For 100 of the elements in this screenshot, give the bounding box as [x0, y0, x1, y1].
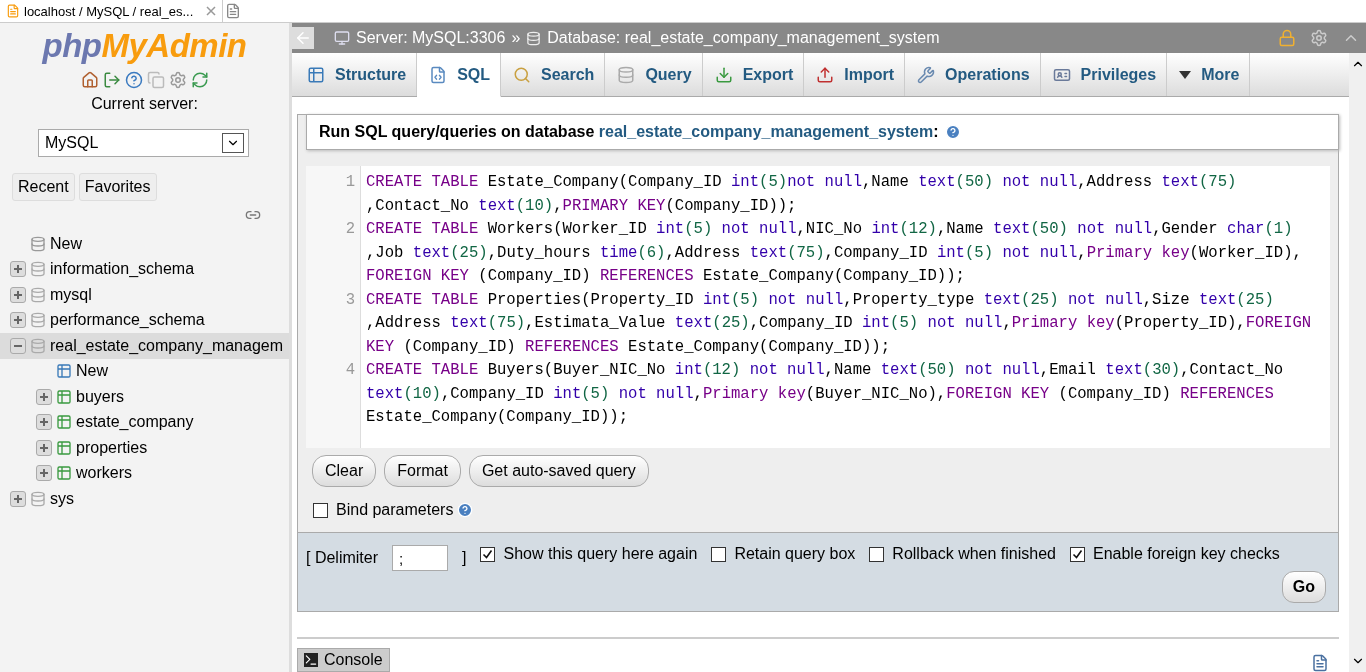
database-add-icon	[30, 235, 46, 252]
note-icon[interactable]	[1311, 654, 1329, 672]
database-icon	[30, 286, 46, 303]
table-icon	[56, 414, 72, 431]
expand-button[interactable]	[10, 312, 26, 329]
expand-button[interactable]	[36, 388, 52, 405]
checkbox-label: Retain query box	[734, 545, 856, 563]
checkbox[interactable]	[480, 546, 496, 562]
home-icon[interactable]	[80, 71, 99, 89]
plus-icon	[40, 443, 48, 452]
delimiter-label: [ Delimiter	[306, 549, 378, 567]
expand-button[interactable]	[10, 490, 26, 507]
checkbox[interactable]	[869, 546, 885, 562]
logo: phpMyAdmin	[41, 27, 248, 65]
tree-item[interactable]: New	[50, 234, 82, 253]
tree-item[interactable]: information_schema	[50, 260, 195, 279]
tab[interactable]: More	[1167, 53, 1251, 96]
checkbox[interactable]	[1070, 546, 1085, 562]
editor-button[interactable]: Clear	[312, 455, 377, 487]
help-icon[interactable]	[124, 71, 143, 89]
collapse-button[interactable]	[10, 337, 26, 354]
table-add-icon	[56, 363, 72, 380]
database-icon	[30, 337, 46, 354]
checkbox-label: Enable foreign key checks	[1093, 545, 1280, 563]
tree-item[interactable]: buyers	[76, 387, 125, 406]
wrench-icon	[917, 65, 936, 84]
tree-item[interactable]: estate_company	[76, 413, 194, 432]
breadcrumb-separator: »	[511, 29, 521, 47]
tab[interactable]: Export	[702, 53, 805, 96]
database-icon	[30, 490, 46, 507]
editor-button[interactable]: Get auto-saved query	[468, 455, 649, 487]
sidebar-button[interactable]: Recent	[12, 173, 75, 201]
checkbox[interactable]	[313, 502, 328, 518]
download-icon	[714, 65, 733, 84]
table-icon	[307, 65, 325, 84]
table-icon	[56, 388, 72, 405]
plus-icon	[40, 392, 48, 401]
tree-item[interactable]: properties	[76, 438, 148, 457]
plus-icon	[40, 469, 48, 478]
breadcrumb-link[interactable]: Server: MySQL:3306	[356, 29, 506, 47]
server-icon	[334, 30, 350, 46]
code-line: CREATE TABLE Properties(Property_ID int(5) not null,Property_type text(25) not null,Size text(25) ,Address text(75),Estimata_Value text(25),Company_ID int(5) not null,Primary key(Property_ID),FOREIGN KEY (Company_ID) REFERENCES Estate_Company(Company_ID));	[366, 289, 1313, 358]
database-icon	[30, 312, 46, 329]
tree-item[interactable]: performance_schema	[50, 311, 205, 330]
database-icon	[526, 30, 542, 46]
console-button[interactable]: Console	[297, 648, 390, 672]
upload-icon	[816, 65, 835, 84]
tab[interactable]: SQL	[417, 53, 501, 97]
table-icon	[56, 439, 72, 456]
terminal-icon	[304, 653, 318, 667]
delimiter-bracket: ]	[462, 549, 467, 567]
page-icon	[6, 4, 20, 18]
exit-icon[interactable]	[102, 71, 121, 89]
plus-icon	[14, 316, 22, 325]
delimiter-field[interactable]: ;	[392, 545, 448, 571]
code-line: CREATE TABLE Buyers(Buyer_NIC_No int(12) not null,Name text(50) not null,Email text(30),Contact_No text(10),Company_ID int(5) not null,Primary key(Buyer_NIC_No),FOREIGN KEY (Company_ID) REFERENCES Estate_Company(Company_ID));	[366, 360, 1285, 428]
tab[interactable]: Privileges	[1040, 53, 1168, 96]
line-number: 2	[344, 219, 356, 240]
line-number: 4	[344, 360, 356, 381]
sidebar-button[interactable]: Favorites	[78, 173, 157, 201]
table-icon	[56, 465, 72, 482]
expand-button[interactable]	[10, 261, 26, 278]
checkbox-label: Rollback when finished	[892, 545, 1056, 563]
breadcrumb-link[interactable]: Database: real_estate_company_management_system	[547, 29, 940, 47]
tree-item[interactable]: New	[76, 362, 108, 381]
go-button[interactable]: Go	[1281, 571, 1326, 603]
code-line: CREATE TABLE Estate_Company(Company_ID int(5)not null,Name text(50) not null,Address text(75) ,Contact_No text(10),PRIMARY KEY(Company_ID));	[366, 172, 1238, 217]
caret-icon	[1179, 70, 1192, 79]
plus-icon	[40, 418, 48, 427]
line-number: 3	[344, 289, 356, 311]
expand-button[interactable]	[36, 439, 52, 456]
settings-icon[interactable]	[168, 71, 187, 89]
tree-item[interactable]: workers	[76, 464, 132, 483]
current-server-label: Current server:	[90, 95, 199, 113]
plus-icon	[14, 290, 22, 299]
tab[interactable]: Search	[501, 53, 606, 96]
checkbox-label: Show this query here again	[503, 545, 698, 563]
expand-button[interactable]	[36, 414, 52, 431]
editor-button[interactable]: Format	[384, 455, 461, 487]
tree-item[interactable]: sys	[50, 489, 74, 508]
plus-icon	[14, 494, 22, 503]
sql-editor[interactable]	[306, 166, 1330, 448]
new-tab-icon[interactable]	[225, 3, 241, 19]
database-icon	[30, 261, 46, 278]
expand-button[interactable]	[36, 465, 52, 482]
reload-icon[interactable]	[190, 71, 209, 89]
code-line: CREATE TABLE Workers(Worker_ID int(5) not null,NIC_No int(12),Name text(50) not null,Gender char(1) ,Job text(25),Duty_hours time(6),Address text(75),Company_ID int(5) not null,Primary key(Worker_ID), FOREIGN KEY (Company_ID) REFERENCES Estate_Company(Company_ID));	[366, 219, 1303, 287]
tab[interactable]: Import	[804, 53, 906, 96]
tab[interactable]: Operations	[905, 53, 1041, 96]
search-icon	[513, 65, 531, 84]
cylinder-icon	[617, 65, 636, 84]
panel-title: Run SQL query/queries on database real_estate_company_management_system:	[306, 114, 1339, 150]
checkbox[interactable]	[711, 546, 727, 562]
tree-item[interactable]: mysql	[50, 285, 92, 304]
line-number: 1	[344, 172, 356, 193]
checkbox-label: Bind parameters	[336, 501, 454, 519]
server-select[interactable]: MySQL	[38, 129, 249, 157]
expand-button[interactable]	[10, 286, 26, 303]
plus-icon	[14, 265, 22, 274]
tab[interactable]: Query	[605, 53, 703, 96]
